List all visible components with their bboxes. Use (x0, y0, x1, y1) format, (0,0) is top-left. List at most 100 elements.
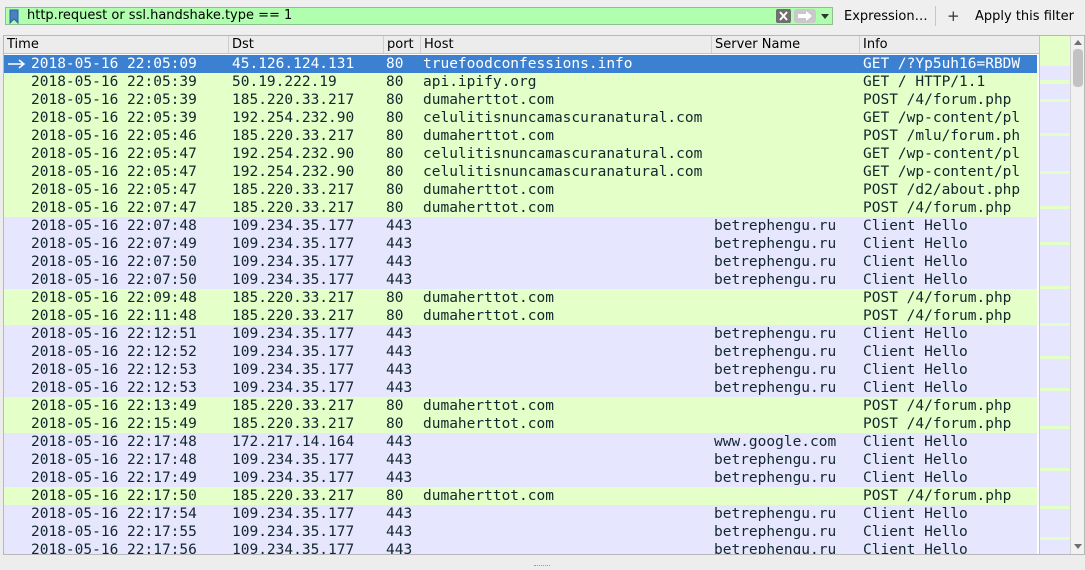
packet-rows: 2018-05-16 22:05:09 45.126.124.131 80 truef… (4, 55, 1037, 554)
cell-server: betrephengu.ru (714, 470, 837, 486)
packet-row[interactable]: 2018-05-16 22:17:48 109.234.35.177 443 betr… (4, 451, 1037, 469)
cell-host: api.ipify.org (423, 74, 537, 90)
cell-info: POST /4/forum.php (863, 398, 1012, 414)
intelligent-scrollbar-minimap[interactable] (1039, 36, 1071, 554)
packet-row[interactable]: 2018-05-16 22:17:49 109.234.35.177 443 betr… (4, 469, 1037, 487)
minimap-band (1040, 242, 1071, 245)
cell-host: celulitisnuncamascuranatural.com (423, 164, 703, 180)
selected-packet-arrow-icon (8, 59, 26, 69)
cell-time: 2018-05-16 22:12:53 (31, 380, 197, 396)
packet-row[interactable]: 2018-05-16 22:05:47 192.254.232.90 80 celul… (4, 145, 1037, 163)
cell-host: dumaherttot.com (423, 92, 554, 108)
packet-row-selected[interactable]: 2018-05-16 22:05:09 45.126.124.131 80 truef… (4, 55, 1037, 73)
packet-row[interactable]: 2018-05-16 22:07:47 185.220.33.217 80 dumah… (4, 199, 1037, 217)
cell-dst: 185.220.33.217 (232, 290, 355, 306)
packet-row[interactable]: 2018-05-16 22:17:55 109.234.35.177 443 betr… (4, 523, 1037, 541)
packet-row[interactable]: 2018-05-16 22:07:50 109.234.35.177 443 betr… (4, 271, 1037, 289)
cell-host: dumaherttot.com (423, 182, 554, 198)
pane-splitter[interactable] (0, 556, 1085, 570)
cell-dst: 109.234.35.177 (232, 380, 355, 396)
packet-row[interactable]: 2018-05-16 22:05:47 185.220.33.217 80 dumah… (4, 181, 1037, 199)
cell-time: 2018-05-16 22:09:48 (31, 290, 197, 306)
packet-row[interactable]: 2018-05-16 22:12:51 109.234.35.177 443 betr… (4, 325, 1037, 343)
cell-time: 2018-05-16 22:05:46 (31, 128, 197, 144)
packet-row[interactable]: 2018-05-16 22:17:50 185.220.33.217 80 dumah… (4, 487, 1037, 505)
minimap-band (1040, 99, 1071, 102)
cell-port: 443 (386, 434, 413, 450)
packet-row[interactable]: 2018-05-16 22:17:56 109.234.35.177 443 betr… (4, 541, 1037, 554)
cell-port: 80 (386, 128, 404, 144)
column-header-info[interactable]: Info (860, 36, 1039, 53)
cell-dst: 109.234.35.177 (232, 272, 355, 288)
cell-info: Client Hello (863, 452, 968, 468)
cell-info: Client Hello (863, 506, 968, 522)
cell-port: 80 (386, 146, 404, 162)
column-header-port[interactable]: port (384, 36, 421, 53)
minimap-band (1040, 286, 1071, 289)
packet-row[interactable]: 2018-05-16 22:07:50 109.234.35.177 443 betr… (4, 253, 1037, 271)
packet-row[interactable]: 2018-05-16 22:12:53 109.234.35.177 443 betr… (4, 361, 1037, 379)
cell-server: betrephengu.ru (714, 344, 837, 360)
packet-row[interactable]: 2018-05-16 22:17:48 172.217.14.164 443 www.… (4, 433, 1037, 451)
splitter-handle[interactable] (534, 565, 550, 568)
packet-row[interactable]: 2018-05-16 22:05:39 192.254.232.90 80 celul… (4, 109, 1037, 127)
cell-time: 2018-05-16 22:07:48 (31, 218, 197, 234)
packet-row[interactable]: 2018-05-16 22:09:48 185.220.33.217 80 dumah… (4, 289, 1037, 307)
cell-server: www.google.com (714, 434, 837, 450)
cell-info: POST /mlu/forum.ph (863, 128, 1021, 144)
column-header-host[interactable]: Host (421, 36, 712, 53)
display-filter-input[interactable] (27, 8, 767, 24)
apply-this-filter-button[interactable]: Apply this filter (975, 9, 1074, 24)
packet-row[interactable]: 2018-05-16 22:11:48 185.220.33.217 80 dumah… (4, 307, 1037, 325)
packet-row[interactable]: 2018-05-16 22:05:47 192.254.232.90 80 celul… (4, 163, 1037, 181)
cell-port: 80 (386, 182, 404, 198)
packet-row[interactable]: 2018-05-16 22:05:39 185.220.33.217 80 dumah… (4, 91, 1037, 109)
scroll-up-arrow-icon[interactable] (1074, 40, 1082, 45)
cell-host: dumaherttot.com (423, 290, 554, 306)
cell-dst: 109.234.35.177 (232, 344, 355, 360)
cell-port: 80 (386, 56, 404, 72)
packet-row[interactable]: 2018-05-16 22:15:49 185.220.33.217 80 dumah… (4, 415, 1037, 433)
cell-info: GET /?Yp5uh16=RBDW (863, 56, 1021, 72)
cell-dst: 185.220.33.217 (232, 92, 355, 108)
cell-dst: 192.254.232.90 (232, 146, 355, 162)
packet-row[interactable]: 2018-05-16 22:17:54 109.234.35.177 443 betr… (4, 505, 1037, 523)
cell-host: dumaherttot.com (423, 488, 554, 504)
minimap-band (1040, 468, 1071, 471)
cell-time: 2018-05-16 22:05:39 (31, 74, 197, 90)
expression-button[interactable]: Expression… (844, 9, 928, 24)
packet-row[interactable]: 2018-05-16 22:05:46 185.220.33.217 80 dumah… (4, 127, 1037, 145)
arrow-right-icon (798, 11, 812, 21)
packet-row[interactable]: 2018-05-16 22:07:49 109.234.35.177 443 betr… (4, 235, 1037, 253)
cell-time: 2018-05-16 22:05:39 (31, 110, 197, 126)
bookmark-icon[interactable] (9, 9, 19, 24)
column-header-dst[interactable]: Dst (229, 36, 384, 53)
cell-time: 2018-05-16 22:05:47 (31, 164, 197, 180)
packet-list: Time Dst port Host Server Name Info 2018… (3, 35, 1085, 555)
column-header-time[interactable]: Time (4, 36, 229, 53)
cell-info: Client Hello (863, 362, 968, 378)
toolbar-separator (935, 6, 936, 26)
cell-port: 80 (386, 200, 404, 216)
cell-host: dumaherttot.com (423, 128, 554, 144)
cell-time: 2018-05-16 22:17:54 (31, 506, 197, 522)
packet-row[interactable]: 2018-05-16 22:13:49 185.220.33.217 80 dumah… (4, 397, 1037, 415)
apply-filter-arrow-button[interactable] (794, 9, 816, 23)
cell-dst: 109.234.35.177 (232, 236, 355, 252)
scrollbar-thumb[interactable] (1073, 49, 1083, 87)
column-header-server-name[interactable]: Server Name (712, 36, 860, 53)
packet-row[interactable]: 2018-05-16 22:07:48 109.234.35.177 443 betr… (4, 217, 1037, 235)
vertical-scrollbar[interactable] (1070, 36, 1084, 554)
cell-info: GET /wp-content/pl (863, 164, 1021, 180)
scroll-down-arrow-icon[interactable] (1074, 544, 1082, 549)
packet-row[interactable]: 2018-05-16 22:12:53 109.234.35.177 443 betr… (4, 379, 1037, 397)
packet-row[interactable]: 2018-05-16 22:12:52 109.234.35.177 443 betr… (4, 343, 1037, 361)
cell-port: 80 (386, 74, 404, 90)
clear-filter-button[interactable] (776, 9, 791, 23)
filter-history-dropdown[interactable] (819, 9, 831, 23)
packet-row[interactable]: 2018-05-16 22:05:39 50.19.222.19 80 api.ipi… (4, 73, 1037, 91)
cell-port: 80 (386, 92, 404, 108)
minimap-band (1040, 323, 1071, 326)
add-filter-button-icon[interactable]: + (947, 7, 960, 25)
cell-port: 443 (386, 470, 413, 486)
